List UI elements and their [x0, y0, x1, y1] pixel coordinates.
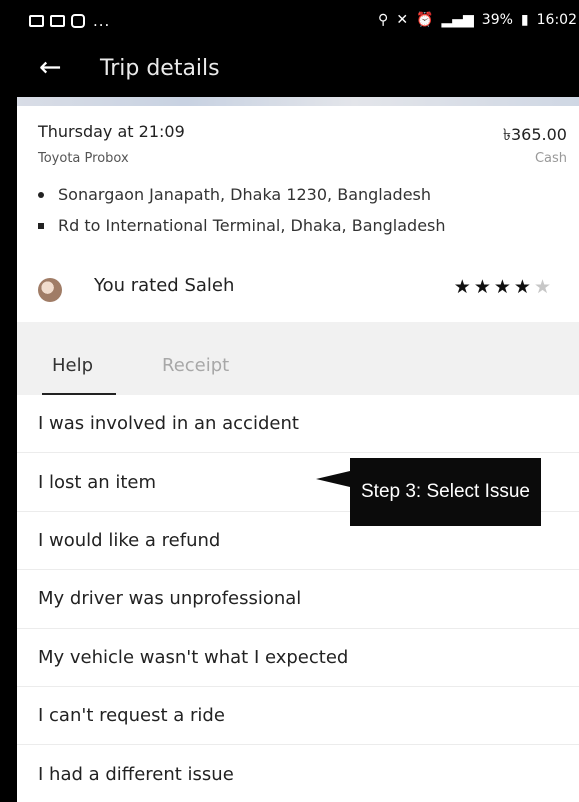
- dropoff-address: Rd to International Terminal, Dhaka, Ban…: [58, 216, 446, 235]
- map-preview[interactable]: [17, 97, 579, 106]
- dropoff-square-icon: [38, 222, 44, 229]
- star-filled-icon: ★: [493, 276, 514, 298]
- issue-item[interactable]: I had a different issue: [17, 745, 579, 802]
- tab-bar: Help Receipt: [17, 322, 579, 395]
- dropoff-location: Rd to International Terminal, Dhaka, Ban…: [38, 216, 446, 235]
- star-filled-icon: ★: [453, 276, 474, 298]
- trip-summary: Thursday at 21:09 ৳365.00 Toyota Probox …: [17, 106, 579, 257]
- pickup-address: Sonargaon Janapath, Dhaka 1230, Banglade…: [58, 185, 432, 204]
- mute-icon: ✕: [396, 12, 409, 28]
- clock: 16:02: [536, 12, 577, 28]
- status-right: ⚲ ✕ ⏰ ▂▄▆ 39% ▮ 16:02: [378, 12, 577, 28]
- battery-level: 39%: [481, 12, 513, 28]
- trip-date: Thursday at 21:09: [38, 122, 185, 141]
- mail-icon: [50, 15, 65, 27]
- issue-item[interactable]: My vehicle wasn't what I expected: [17, 629, 579, 687]
- status-bar: ... ⚲ ✕ ⏰ ▂▄▆ 39% ▮ 16:02: [17, 0, 579, 42]
- rating-text: You rated Saleh: [94, 275, 235, 296]
- star-filled-icon: ★: [513, 276, 534, 298]
- pickup-location: Sonargaon Janapath, Dhaka 1230, Banglade…: [38, 185, 431, 204]
- location-icon: ⚲: [378, 12, 389, 28]
- back-arrow-icon[interactable]: ←: [39, 52, 62, 84]
- status-more-dots: ...: [93, 12, 111, 30]
- star-empty-icon: ★: [533, 276, 554, 298]
- phone-screen: ... ⚲ ✕ ⏰ ▂▄▆ 39% ▮ 16:02 ← Trip details…: [17, 0, 579, 802]
- callout-pointer: [316, 471, 350, 487]
- alarm-icon: ⏰: [416, 12, 434, 28]
- driver-avatar: [38, 278, 62, 302]
- status-left: ...: [29, 12, 110, 30]
- issue-item[interactable]: My driver was unprofessional: [17, 570, 579, 629]
- battery-icon: ▮: [520, 12, 529, 28]
- rating-stars: ★★★★★: [454, 276, 554, 298]
- instagram-icon: [71, 14, 85, 28]
- pickup-dot-icon: [38, 191, 44, 198]
- driver-rating-row: You rated Saleh ★★★★★: [17, 256, 579, 322]
- issue-item[interactable]: I was involved in an accident: [17, 395, 579, 454]
- tab-receipt[interactable]: Receipt: [162, 355, 229, 376]
- issue-item[interactable]: I can't request a ride: [17, 687, 579, 746]
- signal-icon: ▂▄▆: [441, 12, 474, 28]
- issue-list: I was involved in an accident I lost an …: [17, 395, 579, 802]
- star-filled-icon: ★: [473, 276, 494, 298]
- trip-price: ৳365.00: [503, 125, 567, 144]
- step-callout: Step 3: Select Issue: [350, 458, 541, 526]
- tab-help[interactable]: Help: [52, 355, 93, 376]
- trip-payment-method: Cash: [534, 151, 567, 166]
- image-icon: [29, 15, 44, 27]
- page-title: Trip details: [100, 56, 220, 81]
- trip-car-model: Toyota Probox: [38, 151, 129, 166]
- app-bar: ← Trip details: [17, 42, 579, 97]
